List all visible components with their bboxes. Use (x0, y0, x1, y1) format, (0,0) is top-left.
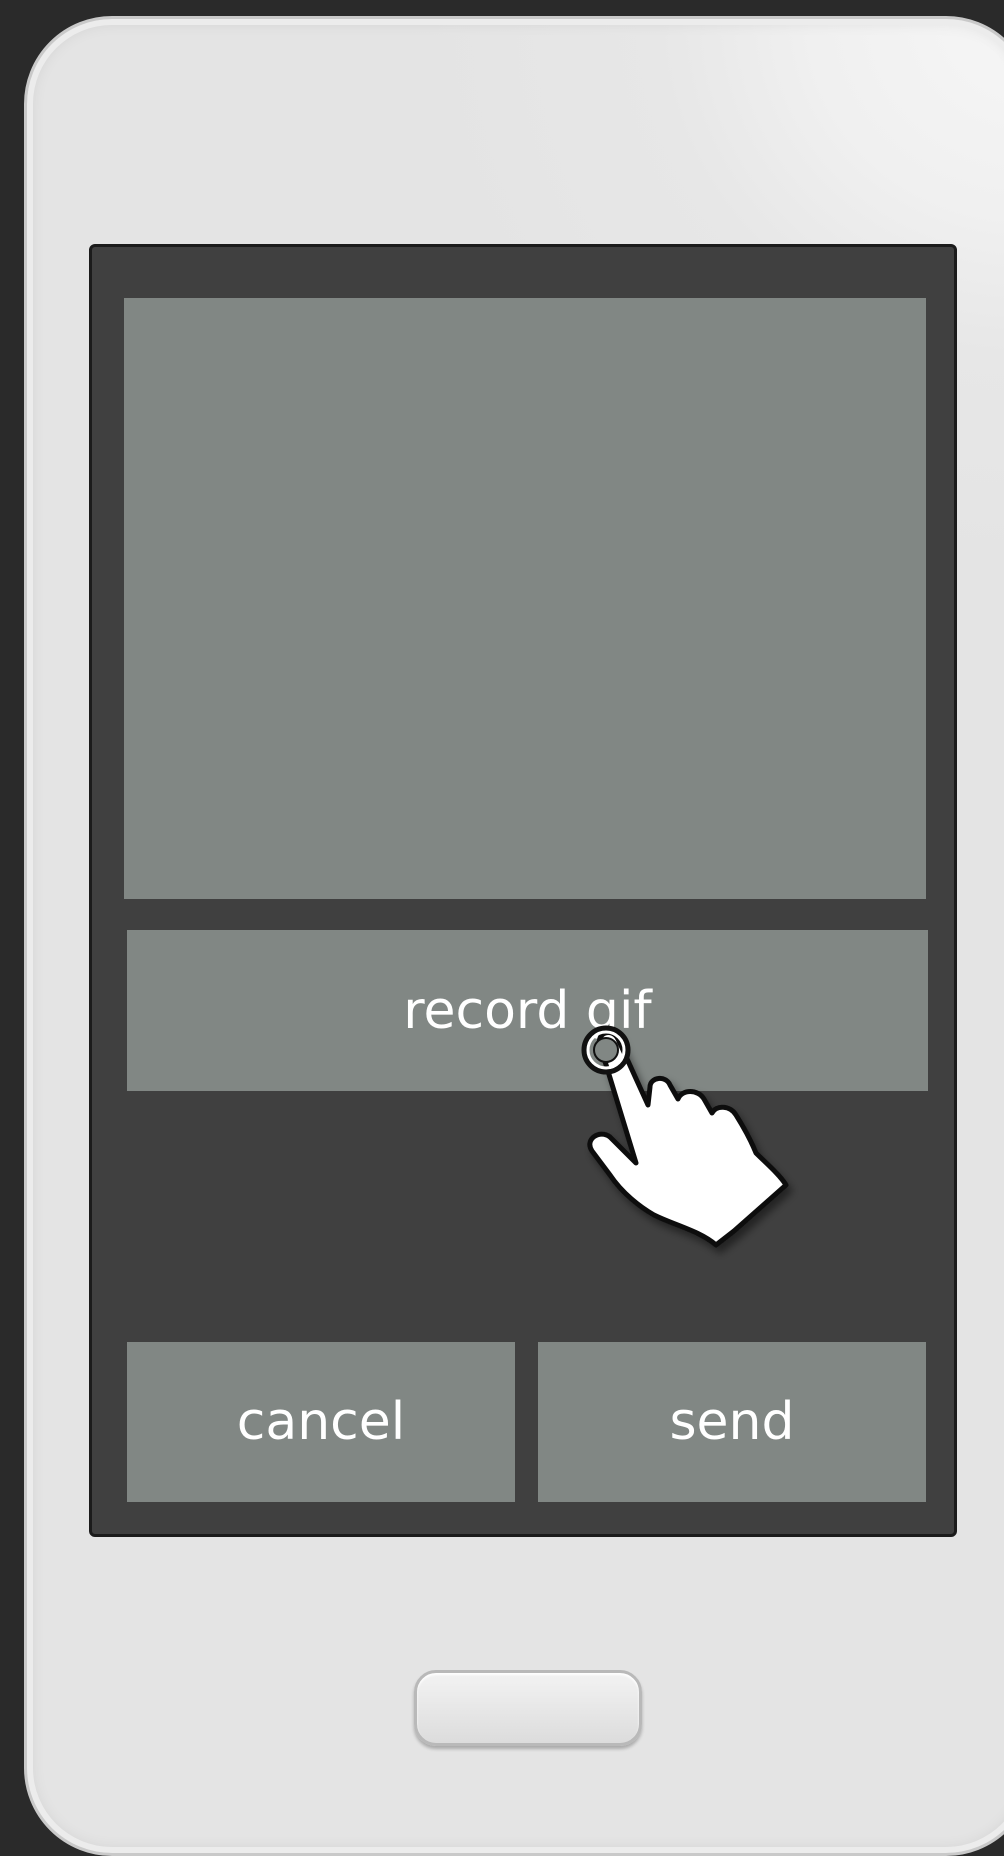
home-button[interactable] (414, 1670, 642, 1746)
record-gif-label: record gif (403, 980, 652, 1041)
send-button[interactable]: send (538, 1342, 926, 1502)
gif-preview-area (124, 298, 926, 899)
cancel-button[interactable]: cancel (127, 1342, 515, 1502)
send-label: send (669, 1392, 795, 1452)
record-gif-button[interactable]: record gif (127, 930, 928, 1091)
cancel-label: cancel (236, 1392, 406, 1452)
